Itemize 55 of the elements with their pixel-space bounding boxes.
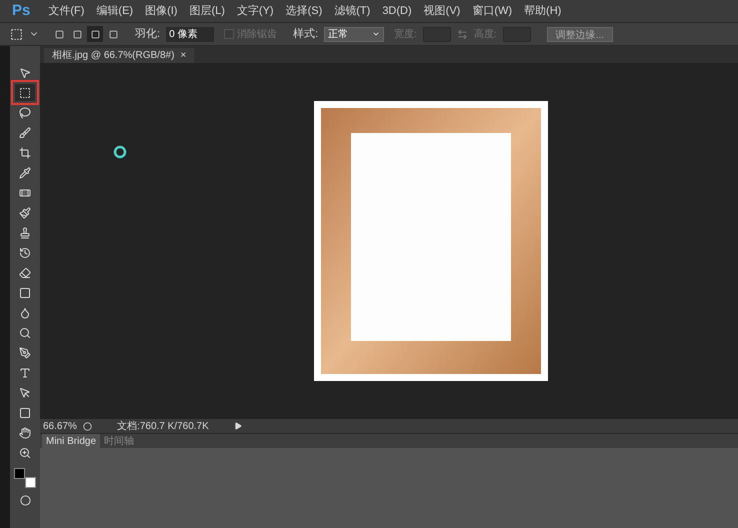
selection-mode-button[interactable] (87, 26, 103, 42)
marquee-icon[interactable] (10, 28, 23, 40)
foreground-color-swatch[interactable] (14, 468, 25, 479)
square-icon (54, 30, 64, 38)
crop-tool-icon (19, 146, 31, 158)
menu-item[interactable]: 帮助(H) (518, 2, 568, 20)
style-label: 样式: (293, 26, 318, 42)
loading-cursor-icon (113, 145, 127, 159)
type-tool-icon (19, 366, 31, 378)
square-icon (108, 30, 118, 38)
menu-item[interactable]: 图层(L) (183, 2, 231, 20)
pen-tool-icon (19, 346, 31, 358)
square-icon (90, 30, 100, 38)
eyedropper-tool-icon (19, 166, 31, 178)
feather-label: 羽化: (135, 26, 160, 42)
document-size-info: 文档:760.7 K/760.7K (116, 420, 210, 434)
zoom-level[interactable]: 66.67% (43, 418, 77, 434)
menu-item[interactable]: 选择(S) (280, 2, 328, 20)
marquee-tool-icon (19, 86, 31, 98)
square-icon (72, 30, 82, 38)
menu-item[interactable]: 视图(V) (418, 2, 466, 20)
highlight-box (11, 80, 39, 105)
caret-icon (372, 30, 380, 38)
eraser-tool-icon (19, 266, 31, 278)
zoom-tool-icon (19, 446, 31, 458)
status-icon[interactable] (82, 422, 92, 430)
style-select[interactable]: 正常 (324, 26, 384, 42)
close-tab-button[interactable]: × (180, 48, 186, 63)
width-label: 宽度: (394, 28, 417, 42)
menu-arrow-icon[interactable] (234, 422, 242, 430)
quick-mask-icon[interactable] (20, 495, 30, 506)
menu-item[interactable]: 文件(F) (42, 2, 90, 20)
style-value: 正常 (328, 28, 348, 42)
blur-tool-icon (19, 306, 31, 318)
menu-item[interactable]: 滤镜(T) (328, 2, 376, 20)
stamp-tool-icon (19, 226, 31, 238)
anti-alias-label: 消除锯齿 (237, 28, 278, 42)
menu-item[interactable]: 编辑(E) (90, 2, 140, 20)
menu-item[interactable]: 图像(I) (139, 2, 184, 20)
history-tool-icon (19, 246, 31, 258)
lasso-tool-icon (19, 106, 31, 118)
document-tab[interactable]: 相框.jpg @ 66.7%(RGB/8#) × (44, 48, 194, 63)
height-label: 高度: (474, 28, 497, 42)
menu-item[interactable]: 3D(D) (376, 2, 418, 20)
move-tool-icon (19, 66, 31, 78)
feather-field[interactable]: 0 像素 (166, 26, 214, 42)
tool-button[interactable] (15, 84, 35, 101)
panel-tab[interactable]: Mini Bridge (42, 434, 100, 448)
menu-item[interactable]: 窗口(W) (466, 2, 518, 20)
brush-tool-icon (19, 206, 31, 218)
hand-tool-icon (19, 426, 31, 438)
app-logo: Ps (11, 0, 32, 21)
background-color-swatch[interactable] (25, 477, 36, 488)
document-title: 相框.jpg @ 66.7%(RGB/8#) (52, 48, 174, 63)
menu-item[interactable]: 文字(Y) (230, 2, 280, 20)
